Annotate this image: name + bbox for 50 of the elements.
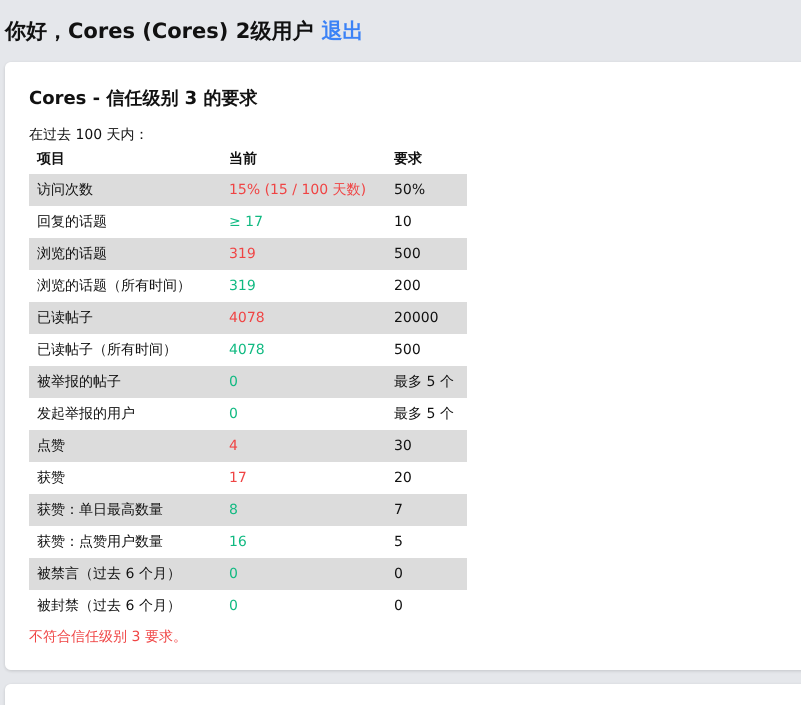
table-cell: 319 <box>221 238 386 270</box>
table-cell: 4 <box>221 430 386 462</box>
table-cell: 0 <box>386 590 467 622</box>
table-cell: 被禁言（过去 6 个月） <box>29 558 221 590</box>
table-cell: 319 <box>221 270 386 302</box>
table-cell: 获赞：点赞用户数量 <box>29 526 221 558</box>
result-message: 不符合信任级别 3 要求。 <box>29 628 188 646</box>
table-cell: 10 <box>386 206 467 238</box>
table-cell: 500 <box>386 238 467 270</box>
table-cell: 最多 5 个 <box>386 398 467 430</box>
table-cell: 被举报的帖子 <box>29 366 221 398</box>
table-cell: 500 <box>386 334 467 366</box>
column-header: 要求 <box>386 144 467 174</box>
table-cell: 0 <box>221 590 386 622</box>
table-cell: 7 <box>386 494 467 526</box>
table-cell: 浏览的话题 <box>29 238 221 270</box>
column-header: 项目 <box>29 144 221 174</box>
table-cell: 200 <box>386 270 467 302</box>
table-cell: 17 <box>221 462 386 494</box>
table-cell: 20 <box>386 462 467 494</box>
table-cell: 20000 <box>386 302 467 334</box>
period-label: 在过去 100 天内： <box>29 126 150 144</box>
table-cell: 回复的话题 <box>29 206 221 238</box>
table-cell: 8 <box>221 494 386 526</box>
table-cell: 发起举报的用户 <box>29 398 221 430</box>
table-cell: 被封禁（过去 6 个月） <box>29 590 221 622</box>
table-cell: 访问次数 <box>29 174 221 206</box>
table-cell: 15% (15 / 100 天数) <box>221 174 386 206</box>
table-cell: 5 <box>386 526 467 558</box>
table-cell: 0 <box>221 398 386 430</box>
table-cell: 获赞：单日最高数量 <box>29 494 221 526</box>
table-cell: 已读帖子 <box>29 302 221 334</box>
table-cell: 最多 5 个 <box>386 366 467 398</box>
table-cell: 浏览的话题（所有时间） <box>29 270 221 302</box>
table-cell: 0 <box>221 366 386 398</box>
table-cell: 获赞 <box>29 462 221 494</box>
table-cell: 16 <box>221 526 386 558</box>
logout-link[interactable]: 退出 <box>321 17 364 45</box>
table-cell: 30 <box>386 430 467 462</box>
table-cell: 50% <box>386 174 467 206</box>
table-cell: 0 <box>221 558 386 590</box>
card-title: Cores - 信任级别 3 的要求 <box>29 87 258 110</box>
table-cell: 点赞 <box>29 430 221 462</box>
table-cell: 已读帖子（所有时间） <box>29 334 221 366</box>
table-cell: 4078 <box>221 334 386 366</box>
table-cell: 4078 <box>221 302 386 334</box>
table-cell: 0 <box>386 558 467 590</box>
greeting-title: 你好，Cores (Cores) 2级用户 <box>5 18 314 45</box>
table-cell: ≥ 17 <box>221 206 386 238</box>
column-header: 当前 <box>221 144 386 174</box>
